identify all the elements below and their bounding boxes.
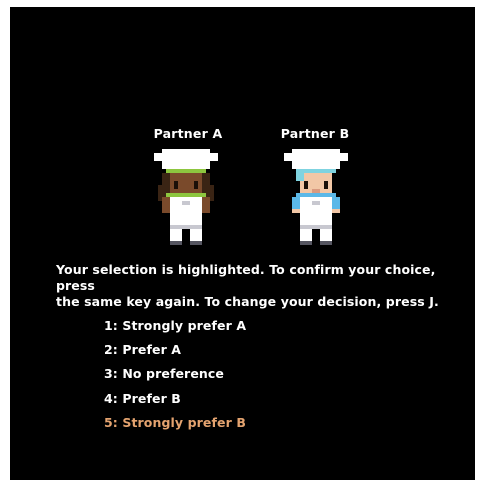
game-screen: Partner A Partner B Your selection is hi… — [10, 7, 475, 480]
option-prefer-b[interactable]: 4: Prefer B — [104, 391, 246, 415]
instructions-text: Your selection is highlighted. To confir… — [56, 262, 466, 310]
option-prefer-a[interactable]: 2: Prefer A — [104, 342, 246, 366]
option-no-preference[interactable]: 3: No preference — [104, 366, 246, 390]
instructions-line-1: Your selection is highlighted. To confir… — [56, 262, 436, 293]
preference-options-list: 1: Strongly prefer A 2: Prefer A 3: No p… — [104, 318, 246, 439]
chef-dark-skin-green-scarf-icon — [150, 149, 222, 245]
option-strongly-prefer-b[interactable]: 5: Strongly prefer B — [104, 415, 246, 439]
partner-b-label: Partner B — [280, 126, 350, 141]
instructions-line-2: the same key again. To change your decis… — [56, 294, 439, 309]
partner-a-label: Partner A — [153, 126, 223, 141]
option-strongly-prefer-a[interactable]: 1: Strongly prefer A — [104, 318, 246, 342]
chef-light-skin-blue-scarf-icon — [280, 149, 352, 245]
